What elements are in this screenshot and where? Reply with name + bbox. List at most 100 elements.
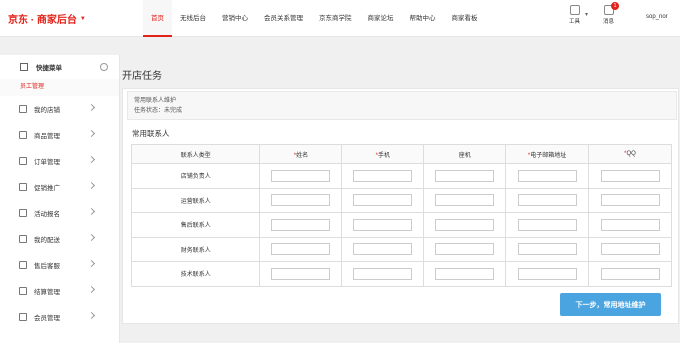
nav-help[interactable]: 帮助中心 (402, 0, 444, 37)
mobile-input[interactable] (353, 243, 413, 255)
qq-input[interactable] (600, 169, 660, 182)
sidebar-item-products[interactable]: 商品管理 (0, 122, 119, 148)
next-step-button[interactable]: 下一步，常用地址维护 (560, 293, 661, 316)
message-count-badge: 1 (611, 2, 619, 10)
quick-menu-header: 快捷菜单 (0, 55, 119, 79)
nav-dashboard[interactable]: 商家看板 (444, 0, 486, 37)
sidebar-item-label: 我的配送 (34, 237, 60, 244)
chevron-right-icon (87, 129, 96, 138)
chevron-right-icon (87, 233, 96, 242)
sidebar-item-my-shop[interactable]: 我的店铺 (0, 96, 119, 122)
email-input[interactable] (517, 218, 577, 231)
sidebar-item-orders[interactable]: 订单管理 (0, 148, 119, 174)
nav-mobile[interactable]: 无线后台 (172, 0, 214, 37)
landline-input[interactable] (435, 243, 495, 255)
email-input[interactable] (517, 267, 577, 280)
chevron-right-icon (87, 311, 96, 320)
task-status: 任务状态：未完成 (134, 108, 183, 114)
name-input[interactable] (271, 218, 331, 231)
top-bar: 京东 · 商家后台 ▼ 首页 无线后台 营销中心 会员关系管理 京东商学院 商家… (0, 0, 680, 37)
quick-menu-label: 快捷菜单 (36, 65, 62, 72)
sidebar-item-label: 订单管理 (34, 159, 60, 166)
page-title: 开店任务 (122, 71, 162, 82)
sidebar-item-label: 结算管理 (34, 289, 60, 296)
name-input[interactable] (271, 267, 331, 280)
shop-icon (19, 105, 27, 113)
delivery-icon (19, 235, 27, 243)
chevron-right-icon (87, 207, 96, 216)
qq-input[interactable] (600, 267, 660, 280)
chevron-right-icon (87, 181, 96, 190)
landline-input[interactable] (435, 267, 495, 280)
sidebar-item-settlement[interactable]: 结算管理 (0, 278, 119, 304)
contacts-table-wrapper: 联系人类型 *姓名 *手机 座机 *电子邮箱地址 *QQ 店铺负责人 运营联系人… (130, 144, 672, 287)
qq-input[interactable] (600, 218, 660, 231)
mobile-input[interactable] (353, 267, 413, 280)
sidebar-item-delivery[interactable]: 我的配送 (0, 226, 119, 252)
sidebar-item-label: 售后客服 (34, 263, 60, 270)
name-input[interactable] (271, 194, 331, 206)
order-icon (19, 157, 27, 165)
table-row: 店铺负责人 (130, 163, 672, 189)
toolbox-icon (569, 5, 580, 15)
main-nav: 首页 无线后台 营销中心 会员关系管理 京东商学院 商家论坛 帮助中心 商家看板 (143, 0, 486, 37)
row-label: 运营联系人 (130, 187, 261, 213)
email-input[interactable] (517, 169, 577, 182)
qq-input[interactable] (600, 194, 660, 206)
chevron-right-icon (87, 285, 96, 294)
logo-text: 京东 · 商家后台 (8, 15, 77, 26)
sidebar-item-label: 我的店铺 (34, 107, 60, 114)
name-input[interactable] (271, 243, 331, 255)
mobile-input[interactable] (353, 194, 413, 206)
nav-home[interactable]: 首页 (143, 0, 172, 37)
messages-label: 消息 (603, 19, 615, 25)
member-icon (19, 313, 27, 321)
chevron-down-icon: ▼ (79, 15, 86, 22)
col-mobile: *手机 (341, 144, 425, 164)
landline-input[interactable] (435, 194, 495, 206)
sidebar-item-label: 活动报名 (34, 211, 60, 218)
table-header-row: 联系人类型 *姓名 *手机 座机 *电子邮箱地址 *QQ (130, 144, 672, 164)
section-title: 常用联系人 (132, 129, 170, 138)
nav-academy[interactable]: 京东商学院 (311, 0, 360, 37)
gear-icon[interactable] (100, 63, 108, 71)
sidebar-item-members[interactable]: 会员管理 (0, 304, 119, 330)
chevron-down-icon: ▾ (585, 12, 589, 18)
sidebar: 快捷菜单 员工管理 我的店铺 商品管理 订单管理 促销推广 活动报名 我的配送 … (0, 55, 120, 343)
email-input[interactable] (517, 194, 577, 206)
table-row: 售后联系人 (130, 212, 672, 238)
quick-menu-item-staff[interactable]: 员工管理 (0, 79, 119, 96)
nav-crm[interactable]: 会员关系管理 (256, 0, 311, 37)
table-row: 财务联系人 (130, 236, 672, 262)
task-panel: 常用联系人维护 任务状态：未完成 常用联系人 联系人类型 *姓名 *手机 座机 … (122, 88, 679, 324)
sidebar-item-label: 会员管理 (34, 315, 60, 322)
username[interactable]: sop_nor (646, 14, 668, 20)
landline-input[interactable] (435, 169, 495, 182)
qq-input[interactable] (600, 243, 660, 255)
brand-logo[interactable]: 京东 · 商家后台 ▼ (8, 11, 86, 26)
sidebar-item-promotion[interactable]: 促销推广 (0, 174, 119, 200)
name-input[interactable] (271, 169, 331, 182)
landline-input[interactable] (435, 218, 495, 231)
sidebar-item-after-sales[interactable]: 售后客服 (0, 252, 119, 278)
col-contact-type: 联系人类型 (130, 144, 261, 164)
nav-marketing[interactable]: 营销中心 (214, 0, 256, 37)
tools-label: 工具 (569, 19, 581, 25)
row-label: 财务联系人 (130, 236, 261, 262)
row-label: 店铺负责人 (130, 163, 261, 189)
email-input[interactable] (517, 243, 577, 255)
mobile-input[interactable] (353, 218, 413, 231)
row-label: 技术联系人 (130, 261, 261, 287)
mobile-input[interactable] (353, 169, 413, 182)
nav-forum[interactable]: 商家论坛 (360, 0, 402, 37)
table-row: 运营联系人 (130, 187, 672, 213)
messages-button[interactable]: 1 消息 (603, 2, 619, 25)
col-name: *姓名 (259, 144, 343, 164)
product-icon (19, 131, 27, 139)
col-email: *电子邮箱地址 (505, 144, 590, 164)
col-landline: 座机 (423, 144, 507, 164)
row-label: 售后联系人 (130, 212, 261, 238)
tools-menu[interactable]: 工具 ▾ (569, 5, 588, 25)
sidebar-item-activities[interactable]: 活动报名 (0, 200, 119, 226)
table-row: 技术联系人 (130, 261, 672, 287)
